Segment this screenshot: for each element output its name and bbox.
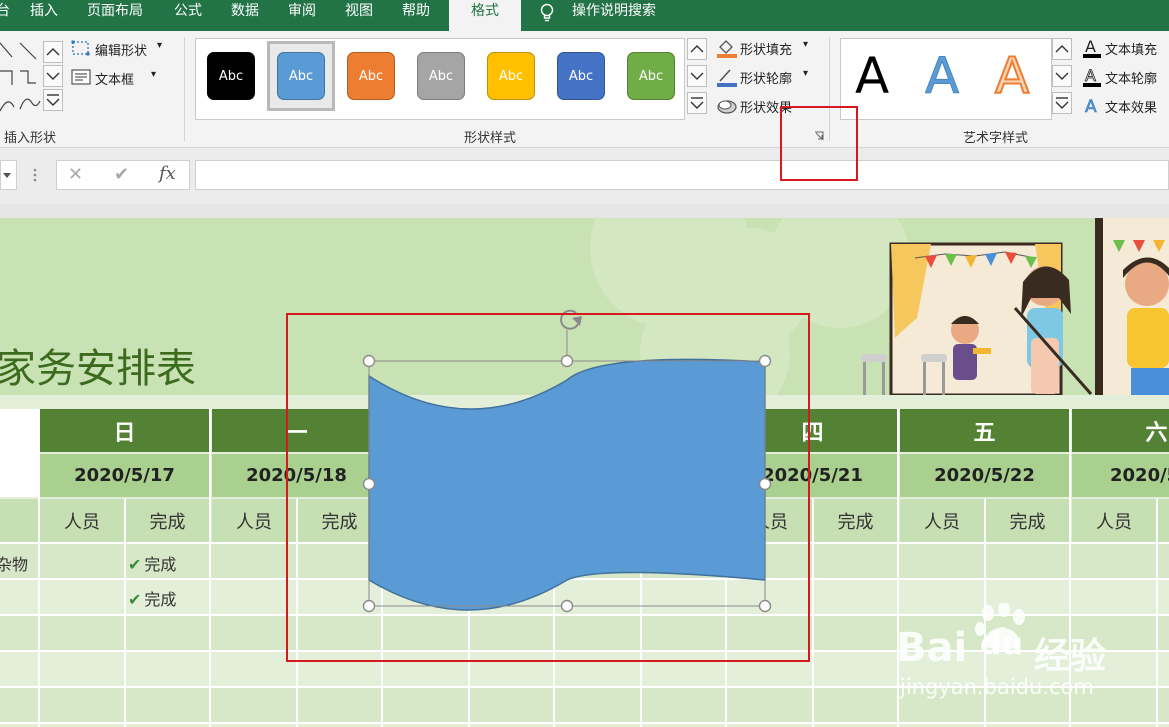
watermark-brand-c: 经验 bbox=[1034, 636, 1107, 677]
resize-handle[interactable] bbox=[362, 599, 376, 613]
resize-handle[interactable] bbox=[560, 599, 574, 613]
watermark-brand-b: du bbox=[980, 627, 1023, 662]
watermark-url: jingyan.baidu.com bbox=[900, 675, 1094, 699]
resize-handle[interactable] bbox=[362, 477, 376, 491]
resize-handle[interactable] bbox=[758, 354, 772, 368]
wave-shape[interactable] bbox=[368, 358, 766, 611]
resize-handle[interactable] bbox=[362, 354, 376, 368]
baidu-watermark: Bai du 经验 jingyan.baidu.com bbox=[896, 603, 1169, 727]
resize-handle[interactable] bbox=[758, 599, 772, 613]
resize-handle[interactable] bbox=[758, 477, 772, 491]
watermark-brand-a: Bai bbox=[896, 625, 968, 671]
annotation-highlight-launcher bbox=[780, 106, 858, 181]
resize-handle[interactable] bbox=[560, 354, 574, 368]
